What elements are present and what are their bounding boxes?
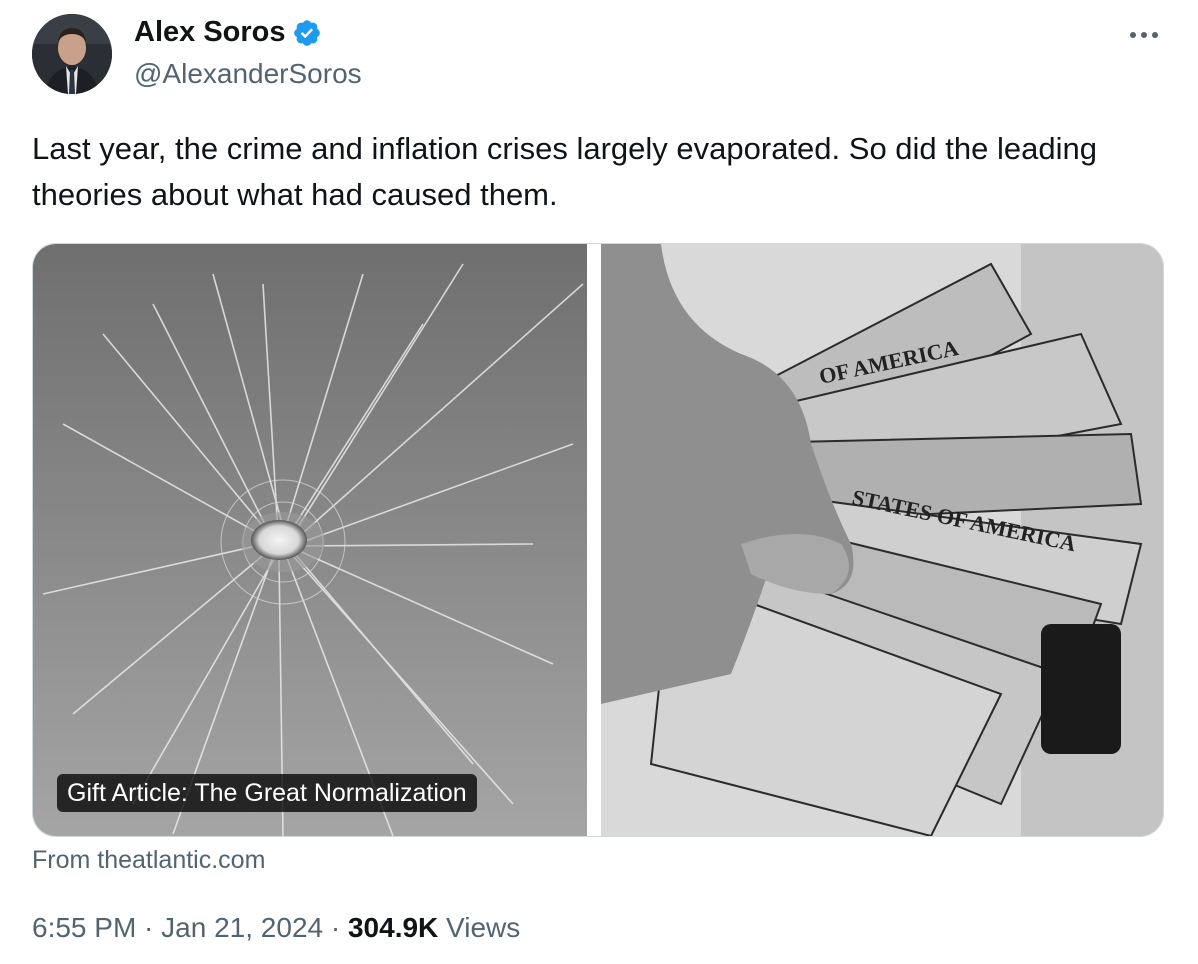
link-source[interactable]: From theatlantic.com <box>32 846 265 875</box>
author-row: Alex Soros <box>134 16 322 49</box>
dollar-bills-image: OF AMERICA STATES OF AMERICA <box>601 244 1163 836</box>
verified-badge-icon <box>292 18 322 48</box>
views-count: 304.9K <box>347 912 439 943</box>
tweet-time[interactable]: 6:55 PM <box>32 912 136 943</box>
avatar-photo <box>32 14 112 94</box>
tweet-date[interactable]: Jan 21, 2024 <box>161 912 323 943</box>
tweet-meta: 6:55 PM · Jan 21, 2024 · 304.9K Views <box>32 912 520 944</box>
cracked-glass-image <box>33 244 587 836</box>
link-card-media[interactable]: Gift Article: The Great Normalization OF… <box>32 243 1164 837</box>
link-card-caption: Gift Article: The Great Normalization <box>57 774 477 812</box>
tweet-text: Last year, the crime and inflation crise… <box>32 131 1097 212</box>
meta-separator: · <box>323 912 348 943</box>
author-handle[interactable]: @AlexanderSoros <box>134 58 362 90</box>
author-name[interactable]: Alex Soros <box>134 16 286 49</box>
views-label: Views <box>438 912 521 943</box>
meta-separator: · <box>136 912 162 943</box>
avatar[interactable] <box>32 14 112 94</box>
more-options-icon[interactable] <box>1124 18 1164 48</box>
